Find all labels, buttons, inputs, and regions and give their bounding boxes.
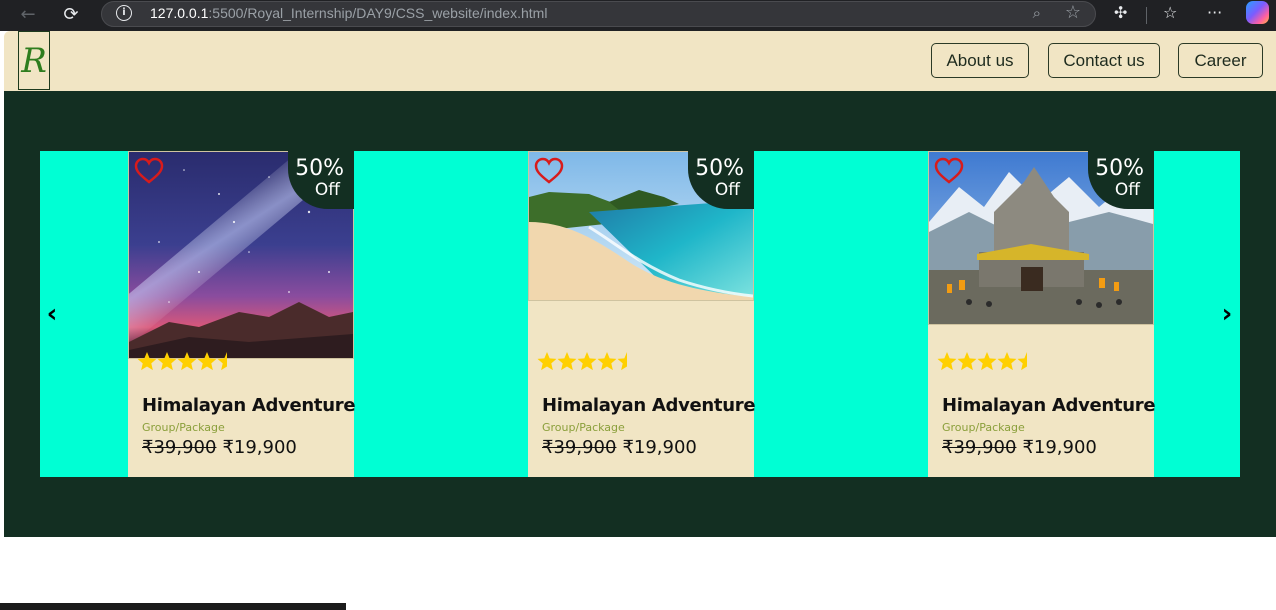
star-full-icon <box>937 352 957 371</box>
browser-toolbar: ← ⟳ i 127.0.0.1:5500/Royal_Internship/DA… <box>0 0 1276 31</box>
package-card[interactable]: 50% Off Himalayan Adventure Group/Packag… <box>928 151 1156 477</box>
star-half-icon <box>617 352 627 371</box>
toolbar-divider <box>1146 7 1147 24</box>
star-half-icon <box>1017 352 1027 371</box>
copilot-icon[interactable] <box>1246 1 1269 24</box>
page-viewport: R About us Contact us Career ‹ › 50% Off… <box>4 31 1276 610</box>
card-subtitle: Group/Package <box>542 421 625 434</box>
old-price: ₹39,900 <box>942 437 1017 458</box>
site-logo[interactable]: R <box>18 31 50 90</box>
back-icon[interactable]: ← <box>17 4 39 26</box>
favorite-star-icon[interactable]: ☆ <box>1065 2 1081 23</box>
address-bar[interactable]: i 127.0.0.1:5500/Royal_Internship/DAY9/C… <box>101 1 1096 27</box>
card-title: Himalayan Adventure <box>142 395 356 416</box>
star-full-icon <box>197 352 217 371</box>
discount-percent: 50% <box>1095 156 1144 181</box>
discount-percent: 50% <box>695 156 744 181</box>
discount-label: Off <box>714 180 740 200</box>
discount-label: Off <box>314 180 340 200</box>
new-price: ₹19,900 <box>222 437 297 458</box>
site-header: R About us Contact us Career <box>4 31 1276 91</box>
card-subtitle: Group/Package <box>942 421 1025 434</box>
card-price: ₹39,900 ₹19,900 <box>942 437 1097 458</box>
package-card[interactable]: 50% Off Himalayan Adventure Group/Packag… <box>528 151 756 477</box>
star-full-icon <box>557 352 577 371</box>
rating-stars <box>937 352 1027 371</box>
career-button[interactable]: Career <box>1178 43 1263 78</box>
more-icon[interactable]: ··· <box>1207 3 1222 22</box>
old-price: ₹39,900 <box>542 437 617 458</box>
info-icon[interactable]: i <box>116 5 132 21</box>
url-text[interactable]: 127.0.0.1:5500/Royal_Internship/DAY9/CSS… <box>150 5 547 21</box>
chevron-left-icon[interactable]: ‹ <box>42 301 62 327</box>
about-us-button[interactable]: About us <box>931 43 1029 78</box>
star-full-icon <box>537 352 557 371</box>
favorites-icon[interactable]: ☆ <box>1163 3 1177 22</box>
contact-us-button[interactable]: Contact us <box>1048 43 1160 78</box>
card-price: ₹39,900 ₹19,900 <box>142 437 297 458</box>
rating-stars <box>137 352 227 371</box>
star-full-icon <box>177 352 197 371</box>
card-subtitle: Group/Package <box>142 421 225 434</box>
new-price: ₹19,900 <box>1022 437 1097 458</box>
reload-icon[interactable]: ⟳ <box>60 4 82 26</box>
star-full-icon <box>957 352 977 371</box>
star-full-icon <box>157 352 177 371</box>
chevron-right-icon[interactable]: › <box>1217 301 1237 327</box>
hero-section: ‹ › 50% Off Himalayan Adventure Group/Pa… <box>4 91 1276 537</box>
extensions-icon[interactable]: ✣ <box>1114 3 1127 22</box>
heart-icon[interactable] <box>534 157 564 185</box>
package-card[interactable]: 50% Off Himalayan Adventure Group/Packag… <box>128 151 356 477</box>
url-path: :5500/Royal_Internship/DAY9/CSS_website/… <box>208 5 548 21</box>
new-price: ₹19,900 <box>622 437 697 458</box>
heart-icon[interactable] <box>134 157 164 185</box>
url-host: 127.0.0.1 <box>150 5 209 21</box>
star-full-icon <box>597 352 617 371</box>
discount-label: Off <box>1114 180 1140 200</box>
rating-stars <box>537 352 627 371</box>
heart-icon[interactable] <box>934 157 964 185</box>
zoom-icon[interactable]: ⌕ <box>1033 4 1041 22</box>
old-price: ₹39,900 <box>142 437 217 458</box>
card-title: Himalayan Adventure <box>942 395 1156 416</box>
star-full-icon <box>137 352 157 371</box>
star-half-icon <box>217 352 227 371</box>
card-price: ₹39,900 ₹19,900 <box>542 437 697 458</box>
star-full-icon <box>577 352 597 371</box>
star-full-icon <box>977 352 997 371</box>
discount-percent: 50% <box>295 156 344 181</box>
package-slider: ‹ › 50% Off Himalayan Adventure Group/Pa… <box>40 151 1240 477</box>
star-full-icon <box>997 352 1017 371</box>
card-title: Himalayan Adventure <box>542 395 756 416</box>
taskbar-edge <box>0 603 346 610</box>
